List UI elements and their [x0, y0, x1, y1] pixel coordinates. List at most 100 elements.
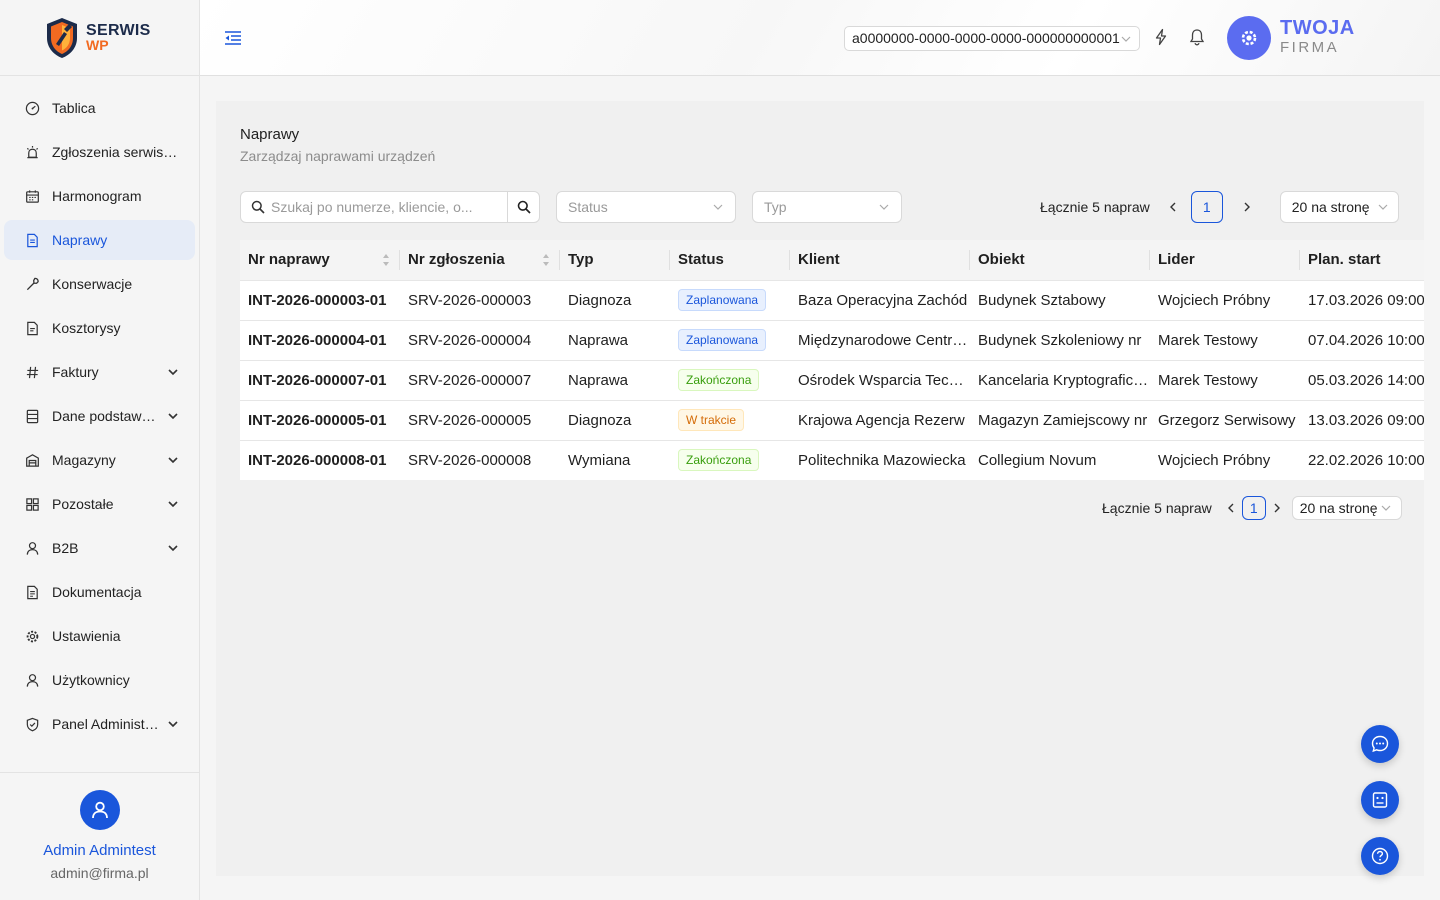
table-row[interactable]: INT-2026-000005-01 SRV-2026-000005 Diagnoz…	[240, 400, 1424, 441]
sidebar-item-label: Tablica	[52, 100, 96, 116]
cell-status: Zaplanowana	[670, 280, 790, 321]
menu-fold-icon[interactable]	[224, 29, 242, 47]
cell-typ: Wymiana	[560, 440, 670, 480]
column-header: Typ	[560, 240, 670, 281]
prev-page-icon[interactable]	[1166, 200, 1180, 214]
sidebar-item-label: Naprawy	[52, 232, 108, 248]
sidebar-item-konserwacje[interactable]: Konserwacje	[4, 264, 195, 304]
table-row[interactable]: INT-2026-000008-01 SRV-2026-000008 Wymiana…	[240, 440, 1424, 480]
column-header: Status	[670, 240, 790, 281]
user-icon	[24, 672, 40, 688]
cell-klient: Politechnika Mazowiecka	[790, 440, 970, 480]
sidebar-item-harmonogram[interactable]: Harmonogram	[4, 176, 195, 216]
cell-obiekt: Magazyn Zamiejscowy nr	[970, 400, 1150, 441]
table-row[interactable]: INT-2026-000003-01 SRV-2026-000003 Diagnoz…	[240, 280, 1424, 321]
cell-nr: INT-2026-000008-01	[240, 440, 400, 480]
file-icon	[24, 320, 40, 336]
sidebar-item-label: Zgłoszenia serwisowe	[52, 144, 179, 160]
search-button[interactable]	[507, 192, 539, 222]
app-logo[interactable]: SERWIS WP	[0, 0, 199, 76]
sidebar-item-faktury[interactable]: Faktury	[4, 352, 195, 392]
chevron-down-icon	[879, 204, 889, 210]
user-icon	[24, 540, 40, 556]
chevron-down-icon	[713, 204, 723, 210]
warehouse-icon	[24, 452, 40, 468]
sidebar-item-zgloszenia-serwisowe[interactable]: Zgłoszenia serwisowe	[4, 132, 195, 172]
cell-klient: Ośrodek Wsparcia Technicznego	[790, 360, 970, 401]
serwis-logo-icon	[44, 16, 80, 60]
cell-nr: INT-2026-000003-01	[240, 280, 400, 321]
column-header-label: Klient	[798, 251, 840, 269]
table-row[interactable]: INT-2026-000007-01 SRV-2026-000007 Naprawa…	[240, 360, 1424, 401]
status-badge: Zaplanowana	[678, 329, 767, 351]
sidebar-item-tablica[interactable]: Tablica	[4, 88, 195, 128]
sidebar-item-b2b[interactable]: B2B	[4, 528, 195, 568]
user-profile[interactable]: Admin Admintest admin@firma.pl	[0, 772, 199, 900]
status-badge: Zakończona	[678, 369, 760, 391]
company-badge[interactable]: TWOJA FIRMA	[1227, 16, 1355, 60]
total-count: Łącznie 5 napraw	[1102, 500, 1212, 516]
sort-icon[interactable]	[542, 253, 550, 267]
sort-icon[interactable]	[382, 253, 390, 267]
next-page-icon[interactable]	[1270, 501, 1284, 515]
logo-line1: SERWIS	[86, 21, 151, 39]
cell-typ: Diagnoza	[560, 400, 670, 441]
total-count: Łącznie 5 napraw	[1040, 199, 1150, 215]
chat-button[interactable]	[1361, 725, 1399, 763]
sidebar-item-dane-podstawowe[interactable]: Dane podstawowe	[4, 396, 195, 436]
logo-line2: WP	[86, 36, 109, 53]
sidebar-item-magazyny[interactable]: Magazyny	[4, 440, 195, 480]
avatar[interactable]	[79, 790, 120, 830]
sidebar-item-kosztorysy[interactable]: Kosztorysy	[4, 308, 195, 348]
cell-nr: INT-2026-000004-01	[240, 320, 400, 361]
cell-lider: Wojciech Próbny	[1150, 280, 1300, 321]
page-size-value: 20 na stronę	[1291, 199, 1370, 215]
cell-start: 13.03.2026 09:00	[1300, 400, 1424, 441]
chevron-down-icon	[1378, 204, 1388, 210]
chevron-down-icon	[168, 413, 178, 420]
cell-lider: Marek Testowy	[1150, 320, 1300, 361]
page-number-button[interactable]: 1	[1241, 496, 1266, 520]
column-header-label: Plan. start	[1308, 251, 1381, 269]
bell-icon[interactable]	[1188, 28, 1206, 46]
cell-typ: Naprawa	[560, 360, 670, 401]
sidebar-item-label: Dokumentacja	[52, 584, 142, 600]
column-header: Klient	[790, 240, 970, 281]
lightning-icon[interactable]	[1152, 28, 1170, 46]
type-filter[interactable]: Typ	[752, 191, 902, 223]
column-header-label: Typ	[568, 251, 594, 269]
robot-button[interactable]	[1361, 781, 1399, 819]
dashboard-icon	[24, 100, 40, 116]
sidebar-item-naprawy[interactable]: Naprawy	[4, 220, 195, 260]
sidebar-item-pozostale[interactable]: Pozostałe	[4, 484, 195, 524]
sidebar-item-uzytkownicy[interactable]: Użytkownicy	[4, 660, 195, 700]
document-icon	[24, 232, 40, 248]
user-name: Admin Admintest	[43, 842, 156, 859]
column-header: Obiekt	[970, 240, 1150, 281]
column-header[interactable]: Nr zgłoszenia	[400, 240, 560, 281]
column-header-label: Nr naprawy	[248, 251, 330, 269]
sidebar-item-dokumentacja[interactable]: Dokumentacja	[4, 572, 195, 612]
search-input[interactable]	[265, 192, 507, 222]
next-page-icon[interactable]	[1240, 200, 1254, 214]
help-button[interactable]	[1361, 837, 1399, 875]
cell-zgl: SRV-2026-000007	[400, 360, 560, 401]
cell-status: W trakcie	[670, 400, 790, 441]
user-email: admin@firma.pl	[50, 865, 149, 881]
sidebar-item-ustawienia[interactable]: Ustawienia	[4, 616, 195, 656]
cell-obiekt: Budynek Sztabowy	[970, 280, 1150, 321]
page-size-select[interactable]: 20 na stronę	[1279, 191, 1399, 223]
search-box	[240, 191, 540, 223]
tenant-select[interactable]: a0000000-0000-0000-0000-000000000001	[844, 26, 1140, 51]
prev-page-icon[interactable]	[1224, 501, 1238, 515]
page-number-button[interactable]: 1	[1190, 191, 1223, 223]
column-header[interactable]: Nr naprawy	[240, 240, 400, 281]
sidebar-item-label: Ustawienia	[52, 628, 121, 644]
status-filter[interactable]: Status	[556, 191, 736, 223]
calendar-icon	[24, 188, 40, 204]
sidebar: SERWIS WP Tablica Zgłoszenia serwisowe Har…	[0, 0, 200, 900]
sidebar-item-label: Dane podstawowe	[52, 408, 161, 424]
page-size-select[interactable]: 20 na stronę	[1291, 496, 1402, 520]
table-row[interactable]: INT-2026-000004-01 SRV-2026-000004 Naprawa…	[240, 320, 1424, 361]
sidebar-item-panel-administratora[interactable]: Panel Administratora	[4, 704, 195, 744]
